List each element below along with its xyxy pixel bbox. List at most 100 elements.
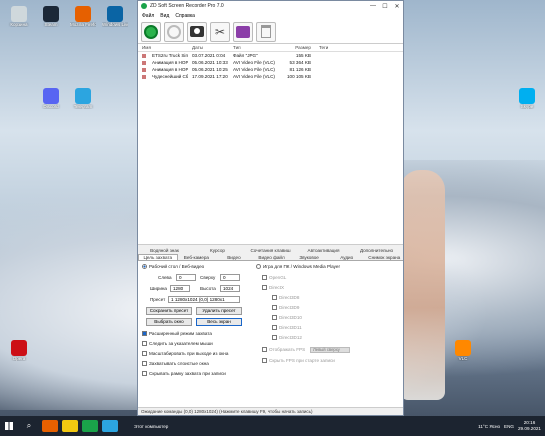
directx-check[interactable]: DirectX	[262, 285, 284, 290]
taskbar-computer[interactable]: Этот компьютер	[134, 424, 168, 429]
file-icon	[142, 60, 146, 65]
language-indicator[interactable]: ENG	[504, 424, 514, 429]
col-type[interactable]: Тип	[229, 45, 282, 50]
desktop-icon-windows[interactable]: Windows Live	[102, 6, 128, 27]
camera-icon	[190, 26, 204, 37]
taskbar-explorer-icon[interactable]	[62, 420, 78, 432]
tab-sound[interactable]: Звуковое	[290, 255, 328, 260]
game-mode-radio[interactable]: Игра для ПК / Windows Media Player	[256, 264, 340, 269]
col-date[interactable]: Даты	[188, 45, 229, 50]
desktop-icon-telegram[interactable]: Telegram	[70, 88, 96, 109]
taskbar-firefox-icon[interactable]	[42, 420, 58, 432]
desktop-icon-vlc[interactable]: VLC	[450, 340, 476, 361]
clock[interactable]: 20:16 29.09.2021	[518, 420, 541, 432]
file-icon	[142, 74, 146, 79]
record-button[interactable]	[141, 21, 161, 42]
tab-autoactivation[interactable]: Автоактивация	[297, 248, 350, 253]
desktop-mode-radio[interactable]: Рабочий стол / Веб-видео	[142, 264, 204, 269]
film-icon	[236, 25, 250, 38]
direct3d10-check[interactable]: Direct3D10	[272, 315, 302, 320]
direct3d11-check[interactable]: Direct3D11	[272, 325, 302, 330]
tab-audio[interactable]: Аудио	[328, 255, 366, 260]
whole-screen-button[interactable]: Весь экран	[196, 318, 242, 326]
maximize-button[interactable]: ☐	[379, 3, 391, 10]
tools-icon: ✂	[214, 24, 226, 39]
screenshot-button[interactable]	[187, 21, 207, 42]
preset-select[interactable]: 1 1280x1024 (0,0) 1280x1	[168, 296, 240, 303]
col-name[interactable]: Имя	[138, 45, 188, 50]
status-bar: Ожидание команды (0,0) 1280x1024) (Нажми…	[138, 407, 403, 415]
menu-view[interactable]: Вид	[160, 13, 169, 19]
power-icon	[167, 24, 181, 39]
tab-screenshot[interactable]: Снимок экрана	[365, 255, 403, 260]
settings-button[interactable]: ✂	[210, 21, 230, 42]
file-list: ETS2ru Truck Simulat... 03.07.2021 0:04 …	[138, 52, 403, 245]
file-row[interactable]: Анимация в НОРМЕ 05.06.2021 10:25 AVI Vi…	[138, 66, 403, 73]
taskbar: ⌕ Этот компьютер 11°C Ясно ENG 20:16 29.…	[0, 416, 545, 436]
tab-cursor[interactable]: Курсор	[191, 248, 244, 253]
tab-webcam[interactable]: Веб-камера	[178, 255, 216, 260]
file-row[interactable]: Анимация в НОРМЕ 2 05.06.2021 10:33 AVI …	[138, 59, 403, 66]
direct3d12-check[interactable]: Direct3D12	[272, 335, 302, 340]
menu-help[interactable]: Справка	[175, 13, 195, 19]
hide-frame-check[interactable]: Скрывать рамку захвата при записи	[142, 371, 226, 376]
wallpaper-figure	[400, 170, 445, 400]
desktop-icon-firefox[interactable]: Mozilla Firefox	[70, 6, 96, 27]
desktop-icon-steam[interactable]: Steam	[38, 6, 64, 27]
follow-mouse-check[interactable]: Следить за указателем мыши	[142, 341, 213, 346]
tab-video-file[interactable]: Видео файл	[253, 255, 291, 260]
tab-advanced[interactable]: Дополнительно	[350, 248, 403, 253]
desktop-icon-discord[interactable]: Discord	[38, 88, 64, 109]
tab-capture-target[interactable]: Цель захвата	[138, 254, 178, 260]
direct3d9-check[interactable]: Direct3D9	[272, 305, 299, 310]
settings-tabs-row1: Водяной знак Курсор Сочетания клавиш Авт…	[138, 245, 403, 253]
opengl-check[interactable]: OpenGL	[262, 275, 286, 280]
taskbar-telegram-icon[interactable]	[102, 420, 118, 432]
desktop-icon-recycle[interactable]: Корзина	[6, 6, 32, 27]
show-fps-check[interactable]: Отображать FPS	[262, 347, 305, 352]
height-field[interactable]: 1024	[220, 285, 240, 292]
left-label: Слева	[158, 275, 172, 280]
delete-preset-button[interactable]: Удалить пресет	[196, 307, 242, 315]
taskbar-recorder-icon[interactable]	[82, 420, 98, 432]
video-editor-button[interactable]	[233, 21, 253, 42]
desktop-icon-skype[interactable]: Skype	[514, 88, 540, 109]
search-icon[interactable]: ⌕	[18, 421, 40, 431]
start-button[interactable]	[0, 416, 18, 436]
delete-button[interactable]	[256, 21, 276, 42]
desktop-icon-opera[interactable]: Opera	[6, 340, 32, 361]
file-list-header: Имя Даты Тип Размер Теги	[138, 44, 403, 52]
col-tags[interactable]: Теги	[315, 45, 355, 50]
left-field[interactable]: 0	[176, 274, 196, 281]
file-row[interactable]: Чудеснейший Сбои 17.09.2021 17:20 AVI Vi…	[138, 73, 403, 80]
tab-video[interactable]: Видео	[215, 255, 253, 260]
layered-windows-check[interactable]: Захватывать слоистые окна	[142, 361, 209, 366]
height-label: Высота	[200, 286, 216, 291]
width-field[interactable]: 1280	[170, 285, 190, 292]
hide-fps-check[interactable]: Скрыть FPS при старте записи	[262, 358, 335, 363]
settings-tabs-row2: Цель захвата Веб-камера Видео Видео файл…	[138, 253, 403, 261]
menu-file[interactable]: Файл	[142, 13, 154, 19]
weather-text[interactable]: 11°C Ясно	[478, 424, 500, 429]
system-tray: 11°C Ясно ENG 20:16 29.09.2021	[478, 416, 541, 436]
preset-label: Пресет	[150, 297, 166, 302]
top-field[interactable]: 0	[220, 274, 240, 281]
save-preset-button[interactable]: Сохранить пресет	[146, 307, 192, 315]
power-button[interactable]	[164, 21, 184, 42]
file-icon	[142, 53, 146, 58]
capture-target-panel: Рабочий стол / Веб-видео Слева 0 Сверху …	[138, 261, 403, 411]
advanced-capture-check[interactable]: Расширенный режим захвата	[142, 331, 212, 336]
minimize-button[interactable]: —	[367, 3, 379, 9]
tab-hotkeys[interactable]: Сочетания клавиш	[244, 248, 297, 253]
col-size[interactable]: Размер	[282, 45, 315, 50]
title-bar[interactable]: ZD Soft Screen Recorder Pro 7.0 — ☐ ✕	[138, 1, 403, 11]
file-row[interactable]: ETS2ru Truck Simulat... 03.07.2021 0:04 …	[138, 52, 403, 59]
top-label: Сверху	[200, 275, 216, 280]
width-label: Ширина	[150, 286, 167, 291]
select-window-button[interactable]: Выбрать окно	[146, 318, 192, 326]
scale-window-check[interactable]: Масштабировать при выходе из окна	[142, 351, 228, 356]
tab-watermark[interactable]: Водяной знак	[138, 248, 191, 253]
close-button[interactable]: ✕	[391, 3, 403, 10]
direct3d8-check[interactable]: Direct3D8	[272, 295, 299, 300]
fps-position-select[interactable]: Левый сверху	[310, 347, 350, 353]
